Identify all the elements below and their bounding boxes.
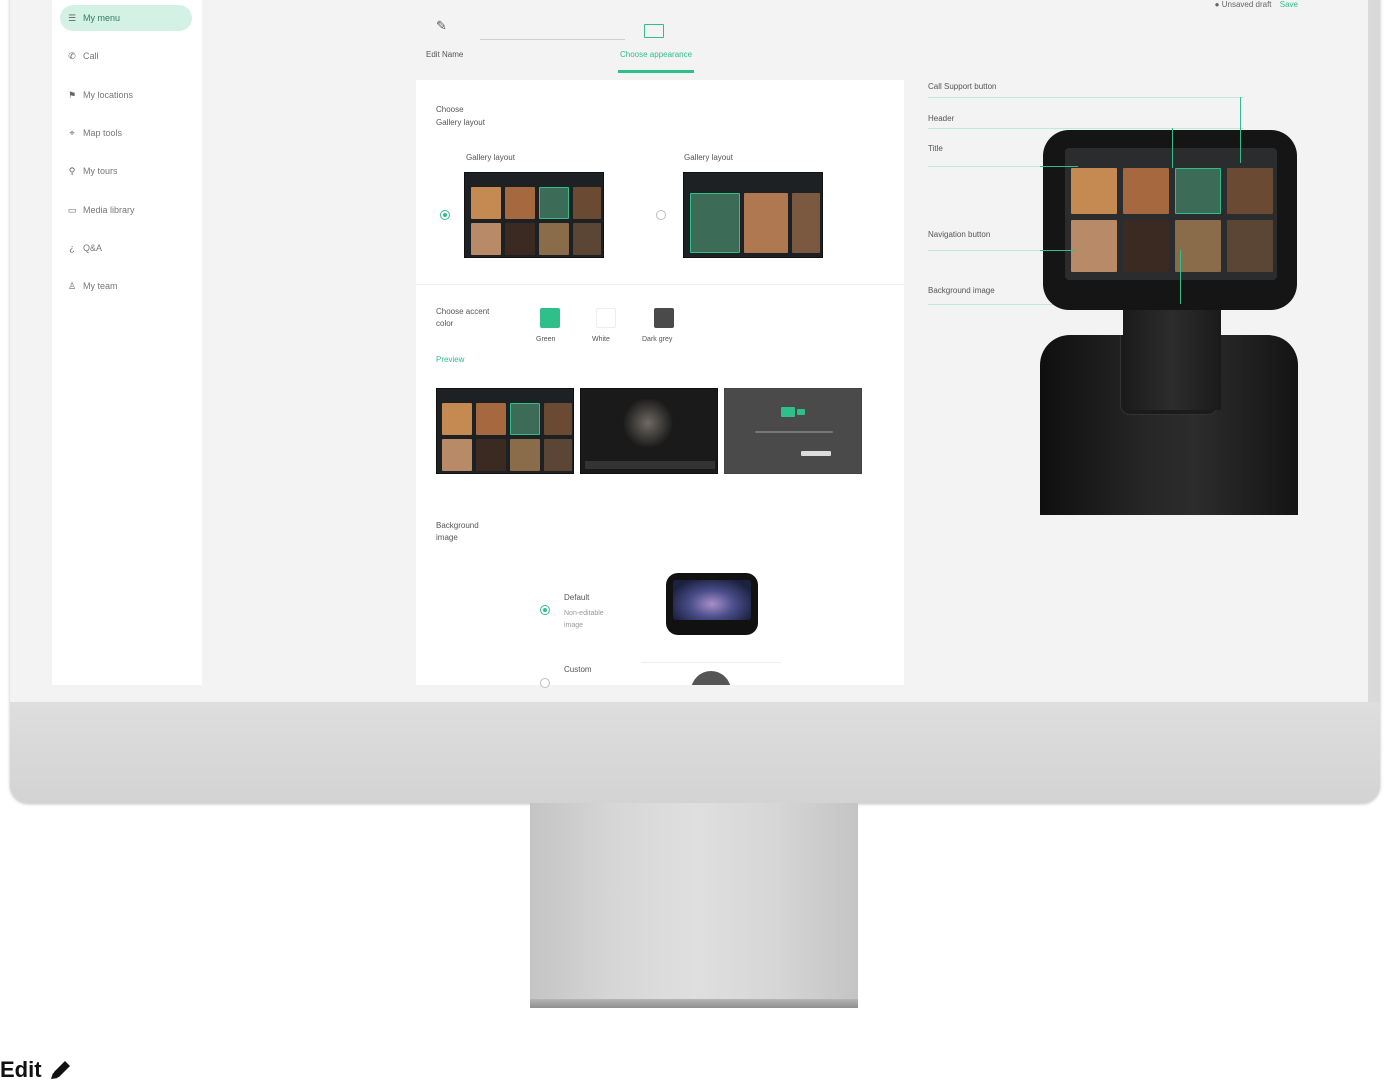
robot-screen — [1065, 148, 1277, 280]
label-call-support-button: Call Support button — [928, 82, 997, 91]
layout-option-1-thumbnail[interactable] — [464, 172, 604, 258]
edit-step-icon: ✎ — [436, 18, 447, 33]
callout-background — [1180, 250, 1181, 304]
background-default-preview — [666, 573, 758, 641]
route-icon: ⚲ — [68, 165, 76, 176]
media-icon: ▭ — [67, 204, 77, 215]
callout-title — [1040, 166, 1078, 167]
background-custom-label: Custom — [564, 665, 592, 674]
flag-icon: ⚑ — [67, 89, 77, 100]
layout-option-1-label: Gallery layout — [466, 153, 515, 162]
background-default-label: Default — [564, 593, 590, 602]
sidebar: ☰ My menu ✆ Call ⚑ My locations ⌖ Map to… — [52, 0, 202, 685]
sidebar-item-my-menu[interactable]: ☰ My menu — [60, 5, 192, 31]
sidebar-item-media-library[interactable]: ▭ Media library — [60, 197, 192, 223]
preview-gallery — [436, 388, 574, 474]
sidebar-item-map-tools[interactable]: ⌖ Map tools — [60, 120, 192, 146]
swatch-dark-grey-label: Dark grey — [642, 336, 673, 343]
draft-status-text: Unsaved draft — [1221, 0, 1272, 9]
monitor-chin — [10, 702, 1380, 803]
preview-label: Preview — [436, 355, 465, 364]
guide-line — [928, 128, 1244, 129]
sidebar-item-label: Q&A — [83, 243, 103, 253]
monitor-frame: ☰ My menu ✆ Call ⚑ My locations ⌖ Map to… — [10, 0, 1380, 803]
draft-status: ● Unsaved draft Save — [1215, 0, 1298, 9]
layout-section-sublabel: Gallery layout — [436, 118, 485, 127]
swatch-green-label: Green — [536, 336, 556, 343]
map-icon: ⌖ — [69, 127, 75, 138]
edit-button[interactable]: Edit — [0, 1057, 72, 1083]
edit-label: Edit — [0, 1057, 42, 1082]
layout-option-2-thumbnail[interactable] — [683, 172, 823, 258]
sidebar-item-qa[interactable]: ¿ Q&A — [60, 235, 192, 261]
preview-detail — [580, 388, 718, 474]
upload-area[interactable] — [641, 662, 781, 685]
preview-call — [724, 388, 862, 474]
guide-line — [928, 97, 1244, 98]
background-section-label: Background — [436, 521, 479, 530]
background-default-desc: Non-editable image — [564, 610, 604, 629]
help-icon: ¿ — [69, 243, 75, 253]
guide-line — [928, 166, 1040, 167]
appearance-step-icon — [644, 24, 664, 38]
layout-section-label: Choose — [436, 105, 464, 114]
menu-icon: ☰ — [67, 12, 77, 23]
background-default-radio[interactable] — [540, 605, 550, 615]
label-title: Title — [928, 144, 943, 153]
layout-option-2-label: Gallery layout — [684, 153, 733, 162]
layout-option-2-radio[interactable] — [656, 210, 666, 220]
sidebar-item-label: Media library — [83, 205, 135, 215]
color-section-label: Choose accent color — [436, 307, 490, 328]
monitor-stand — [530, 803, 858, 1008]
step-connector — [480, 39, 625, 40]
active-step-indicator — [618, 70, 694, 73]
team-icon: ♙ — [67, 280, 77, 291]
sidebar-item-call[interactable]: ✆ Call — [60, 43, 192, 69]
stepper: ✎ Edit Name Choose appearance — [422, 10, 712, 73]
label-header: Header — [928, 114, 955, 123]
swatch-dark-grey[interactable] — [654, 308, 674, 328]
monitor-stand-base — [530, 999, 858, 1008]
layout-option-1-radio[interactable] — [440, 210, 450, 220]
sidebar-item-my-tours[interactable]: ⚲ My tours — [60, 158, 192, 184]
step-edit-name[interactable]: Edit Name — [426, 50, 463, 59]
sidebar-item-label: My menu — [83, 13, 121, 23]
background-section-sublabel: image — [436, 533, 458, 542]
sidebar-item-label: My locations — [83, 90, 134, 100]
label-navigation-button: Navigation button — [928, 230, 991, 239]
sidebar-item-label: Map tools — [83, 128, 123, 138]
step-choose-appearance[interactable]: Choose appearance — [620, 50, 692, 59]
app-screen: ☰ My menu ✆ Call ⚑ My locations ⌖ Map to… — [10, 0, 1370, 702]
sidebar-item-my-team[interactable]: ♙ My team — [60, 273, 192, 299]
robot-head — [1043, 130, 1297, 310]
pencil-icon — [50, 1061, 70, 1079]
swatch-white-label: White — [592, 336, 610, 343]
guide-line — [928, 250, 1040, 251]
sidebar-item-my-locations[interactable]: ⚑ My locations — [60, 82, 192, 108]
phone-icon: ✆ — [68, 50, 76, 61]
status-dot-icon: ● — [1214, 0, 1220, 9]
callout-header — [1172, 128, 1173, 168]
appearance-panel: Choose Gallery layout Gallery layout Gal… — [416, 80, 904, 688]
callout-call-support — [1240, 97, 1241, 163]
sidebar-item-label: Call — [83, 51, 99, 61]
robot-neck — [1123, 310, 1221, 410]
callout-navigation — [1040, 250, 1076, 251]
section-divider — [416, 284, 904, 285]
background-custom-radio[interactable] — [540, 678, 550, 688]
sidebar-item-label: My team — [83, 281, 118, 291]
label-background-image: Background image — [928, 286, 995, 295]
swatch-white[interactable] — [596, 308, 616, 328]
sidebar-item-label: My tours — [83, 166, 118, 176]
swatch-green[interactable] — [540, 308, 560, 328]
save-link[interactable]: Save — [1280, 0, 1298, 9]
